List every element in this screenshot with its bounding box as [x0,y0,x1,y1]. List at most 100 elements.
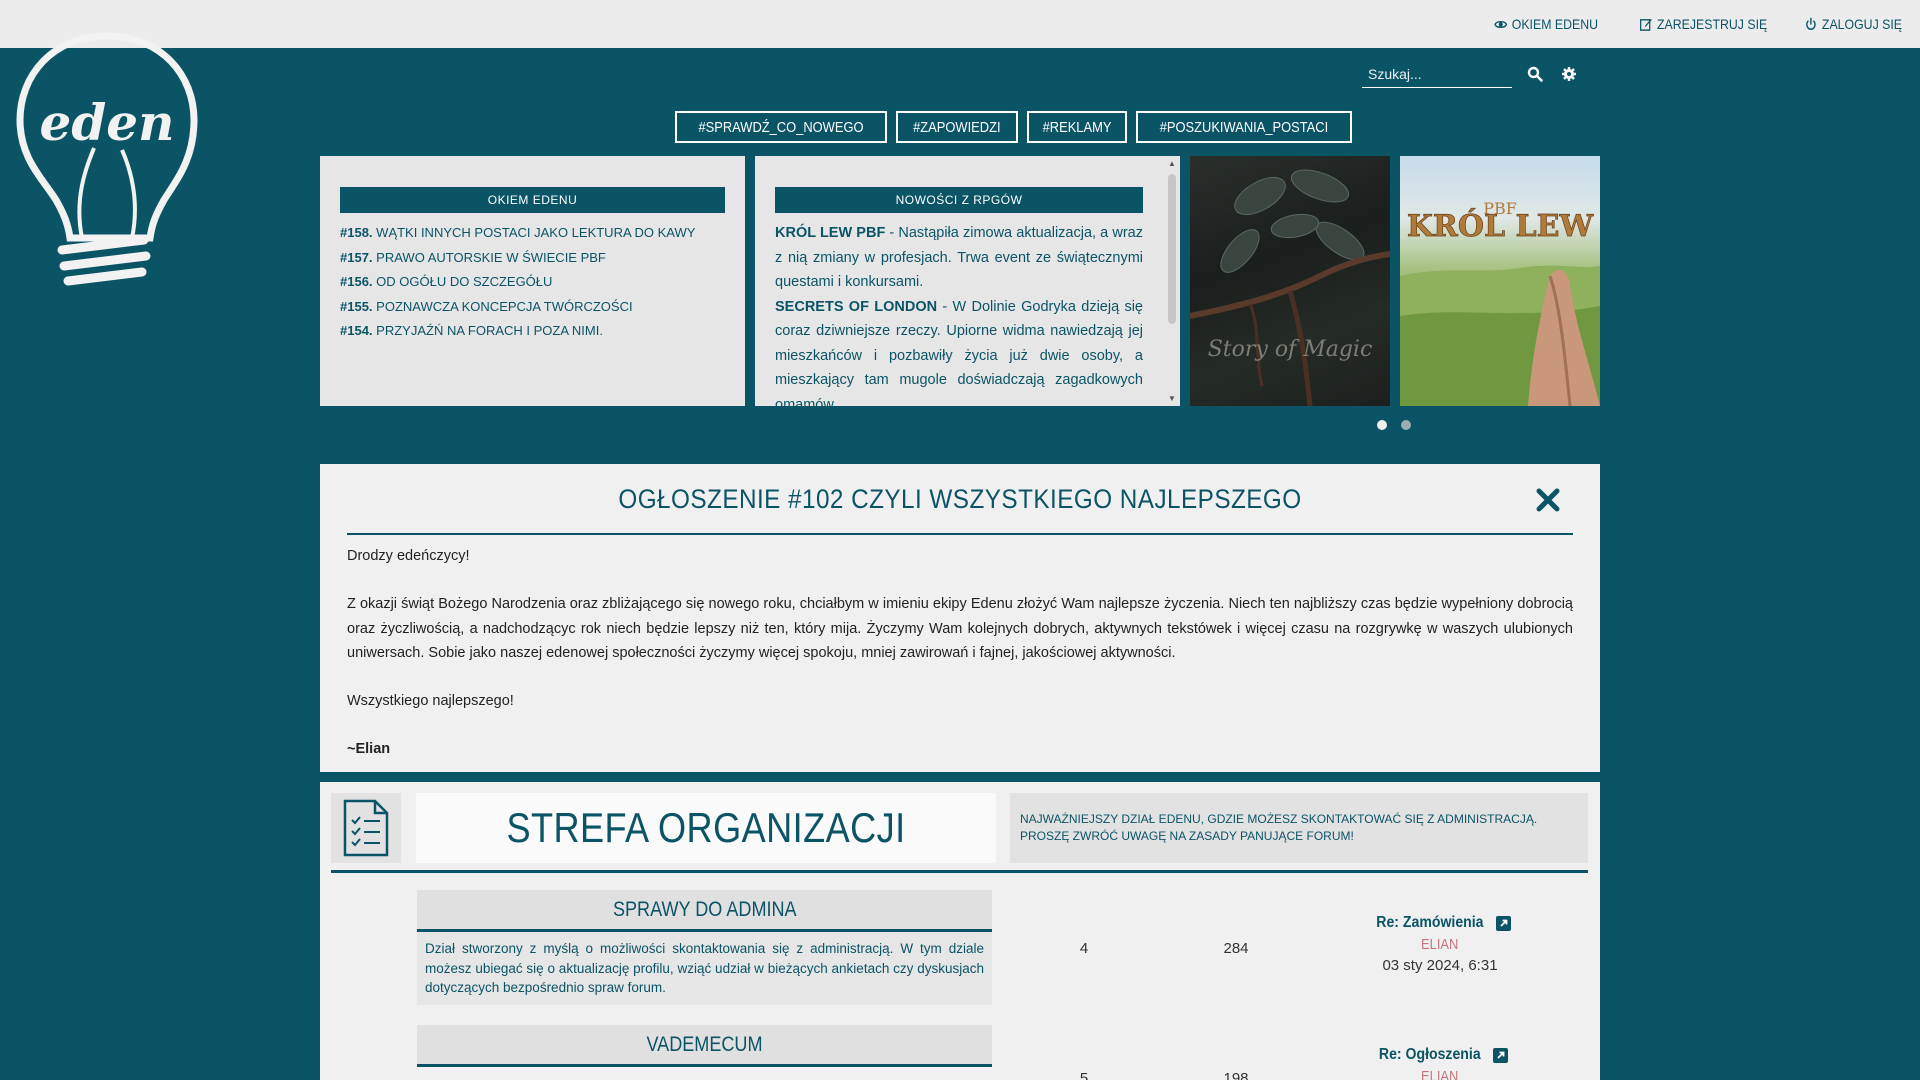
checklist-icon [343,799,389,857]
search-input[interactable] [1362,60,1512,88]
forum-row-sprawy-do-admina: SPRAWY DO ADMINA Dział stworzony z myślą… [417,890,992,1005]
okiem-item-num: #155. [340,298,373,314]
scroll-thumb[interactable] [1168,174,1176,324]
last-post-user[interactable]: ELIAN [1330,936,1550,953]
okiem-edenu-panel: OKIEM EDENU #158. WĄTKI INNYCH POSTACI J… [320,156,745,406]
announcement-body: Drodzy edeńczycy! Z okazji świąt Bożego … [347,544,1573,786]
story-of-magic-image: Story of Magic [1190,169,1390,406]
news-panel-title: NOWOŚCI Z RPGÓW [775,187,1143,213]
forum-description: Dział stworzony z myślą o możliwości sko… [417,932,992,1005]
forum-topics-count: 4 [1079,940,1089,957]
okiem-item-num: #154. [340,323,373,338]
okiem-panel-title: OKIEM EDENU [340,187,725,213]
category-title: STREFA ORGANIZACJI [506,804,906,851]
tag-sprawdz-co-nowego[interactable]: #SPRAWDŹ_CO_NOWEGO [675,111,887,143]
forum-posts-count: 198 [1223,1070,1249,1080]
news-body: KRÓL LEW PBF - Nastąpiła zimowa aktualiz… [755,221,1180,406]
okiem-item-num: #157. [340,249,373,265]
external-link-icon [1493,1047,1509,1063]
last-post-title: Re: Zamówienia [1375,914,1484,931]
external-link-icon [1496,915,1512,931]
okiem-edenu-label: OKIEM EDENU [1511,16,1598,32]
okiem-item-num: #156. [340,274,373,289]
power-icon [1806,17,1816,30]
tag-label: #ZAPOWIEDZI [913,118,1001,136]
okiem-item[interactable]: #157. PRAWO AUTORSKIE W ŚWIECIE PBF [340,246,725,271]
forum-title[interactable]: SPRAWY DO ADMINA [417,890,992,932]
okiem-item[interactable]: #156. OD OGÓŁU DO SZCZEGÓŁU [340,270,725,295]
news-item: SECRETS OF LONDON - W Dolinie Godryka dz… [775,295,1143,407]
okiem-item-text: POZNAWCZA KONCEPCJA TWÓRCZOŚCI [376,298,633,314]
scroll-up-icon[interactable]: ▲ [1168,159,1176,168]
okiem-item-text: OD OGÓŁU DO SZCZEGÓŁU [376,274,553,289]
last-post-user[interactable]: ELIAN [1330,1068,1550,1080]
announcement-greeting: Drodzy edeńczycy! [347,548,470,564]
last-post-link[interactable]: Re: Ogłoszenia [1330,1046,1550,1064]
okiem-item-text: WĄTKI INNYCH POSTACI JAKO LEKTURA DO KAW… [376,225,696,240]
announcement-text: Z okazji świąt Bożego Narodzenia oraz zb… [347,596,1573,661]
search-icon [1527,66,1543,82]
last-post-date: 03 sty 2024, 6:31 [1382,957,1498,974]
advanced-search-button[interactable] [1558,63,1580,85]
okiem-item[interactable]: #154. PRZYJAŹŃ NA FORACH I POZA NIMI. [340,319,725,344]
news-item-name[interactable]: KRÓL LEW PBF [775,225,885,241]
category-description: NAJWAŻNIEJSZY DZIAŁ EDENU, GDZIE MOŻESZ … [1020,812,1538,843]
news-scrollbar[interactable]: ▲ ▼ [1166,158,1178,404]
carousel-dot-active[interactable] [1377,420,1387,430]
announcement-divider [347,533,1573,535]
okiem-item-text: PRZYJAŹŃ NA FORACH I POZA NIMI. [376,323,603,338]
forum-category: STREFA ORGANIZACJI NAJWAŻNIEJSZY DZIAŁ E… [320,782,1600,1080]
forum-posts-count: 284 [1223,940,1249,957]
login-link[interactable]: ZALOGUJ SIĘ [1804,16,1902,32]
tag-poszukiwania-postaci[interactable]: #POSZUKIWANIA_POSTACI [1135,111,1352,143]
story-of-magic-banner[interactable]: Story of Magic [1190,156,1390,406]
category-divider [331,870,1588,873]
okiem-item[interactable]: #155. POZNAWCZA KONCEPCJA TWÓRCZOŚCI [340,295,725,320]
top-bar: OKIEM EDENU ZAREJESTRUJ SIĘ ZALOGUJ SIĘ [0,0,1920,48]
category-icon-box [331,793,401,863]
eden-logo[interactable]: eden [12,28,202,288]
last-post-user-label: ELIAN [1421,936,1459,953]
tag-label: #POSZUKIWANIA_POSTACI [1159,118,1328,136]
eye-icon [1493,20,1507,28]
category-description-box: NAJWAŻNIEJSZY DZIAŁ EDENU, GDZIE MOŻESZ … [1010,793,1588,863]
tag-label: #SPRAWDŹ_CO_NOWEGO [698,118,864,136]
hashtag-nav: #SPRAWDŹ_CO_NOWEGO #ZAPOWIEDZI #REKLAMY … [675,111,1352,143]
forum-row-vademecum: VADEMECUM [417,1025,992,1067]
search-area [1362,60,1580,88]
krol-lew-image: PBF KRÓL LEW [1400,199,1600,406]
forum-title[interactable]: VADEMECUM [417,1025,992,1067]
okiem-list: #158. WĄTKI INNYCH POSTACI JAKO LEKTURA … [320,221,745,344]
okiem-edenu-link[interactable]: OKIEM EDENU [1493,16,1598,32]
forum-last-post: Re: Zamówienia ELIAN 03 sty 2024, 6:31 [1330,914,1550,974]
okiem-item[interactable]: #158. WĄTKI INNYCH POSTACI JAKO LEKTURA … [340,221,725,246]
lew-big-title: KRÓL LEW [1407,208,1595,244]
announcement-title: OGŁOSZENIE #102 CZYLI WSZYSTKIEGO NAJLEP… [618,484,1302,514]
announcement-closing: Wszystkiego najlepszego! [347,693,514,710]
last-post-user-label: ELIAN [1421,1068,1459,1080]
carousel-dots [1377,420,1411,430]
last-post-title: Re: Ogłoszenia [1378,1046,1481,1063]
close-icon [1536,488,1560,512]
close-button[interactable] [1534,486,1562,514]
news-item-name[interactable]: SECRETS OF LONDON [775,299,937,315]
category-title-box[interactable]: STREFA ORGANIZACJI [416,793,996,863]
forum-topics-count: 5 [1079,1070,1089,1080]
okiem-item-num: #158. [340,225,373,240]
krol-lew-banner[interactable]: PBF KRÓL LEW [1400,156,1600,406]
carousel-dot[interactable] [1401,420,1411,430]
register-link[interactable]: ZAREJESTRUJ SIĘ [1639,16,1767,32]
tag-label: #REKLAMY [1042,118,1112,136]
scroll-down-icon[interactable]: ▼ [1168,394,1176,403]
tag-reklamy[interactable]: #REKLAMY [1026,111,1127,143]
magic-title: Story of Magic [1208,337,1373,362]
last-post-link[interactable]: Re: Zamówienia [1330,914,1550,932]
announcement-box: OGŁOSZENIE #102 CZYLI WSZYSTKIEGO NAJLEP… [320,464,1600,772]
okiem-item-text: PRAWO AUTORSKIE W ŚWIECIE PBF [376,249,606,265]
search-button[interactable] [1524,63,1546,85]
forum-last-post: Re: Ogłoszenia ELIAN [1330,1046,1550,1080]
tag-zapowiedzi[interactable]: #ZAPOWIEDZI [895,111,1018,143]
login-label: ZALOGUJ SIĘ [1821,16,1902,32]
logo-text: eden [40,93,175,152]
top-nav: OKIEM EDENU ZAREJESTRUJ SIĘ ZALOGUJ SIĘ [1480,0,1902,48]
